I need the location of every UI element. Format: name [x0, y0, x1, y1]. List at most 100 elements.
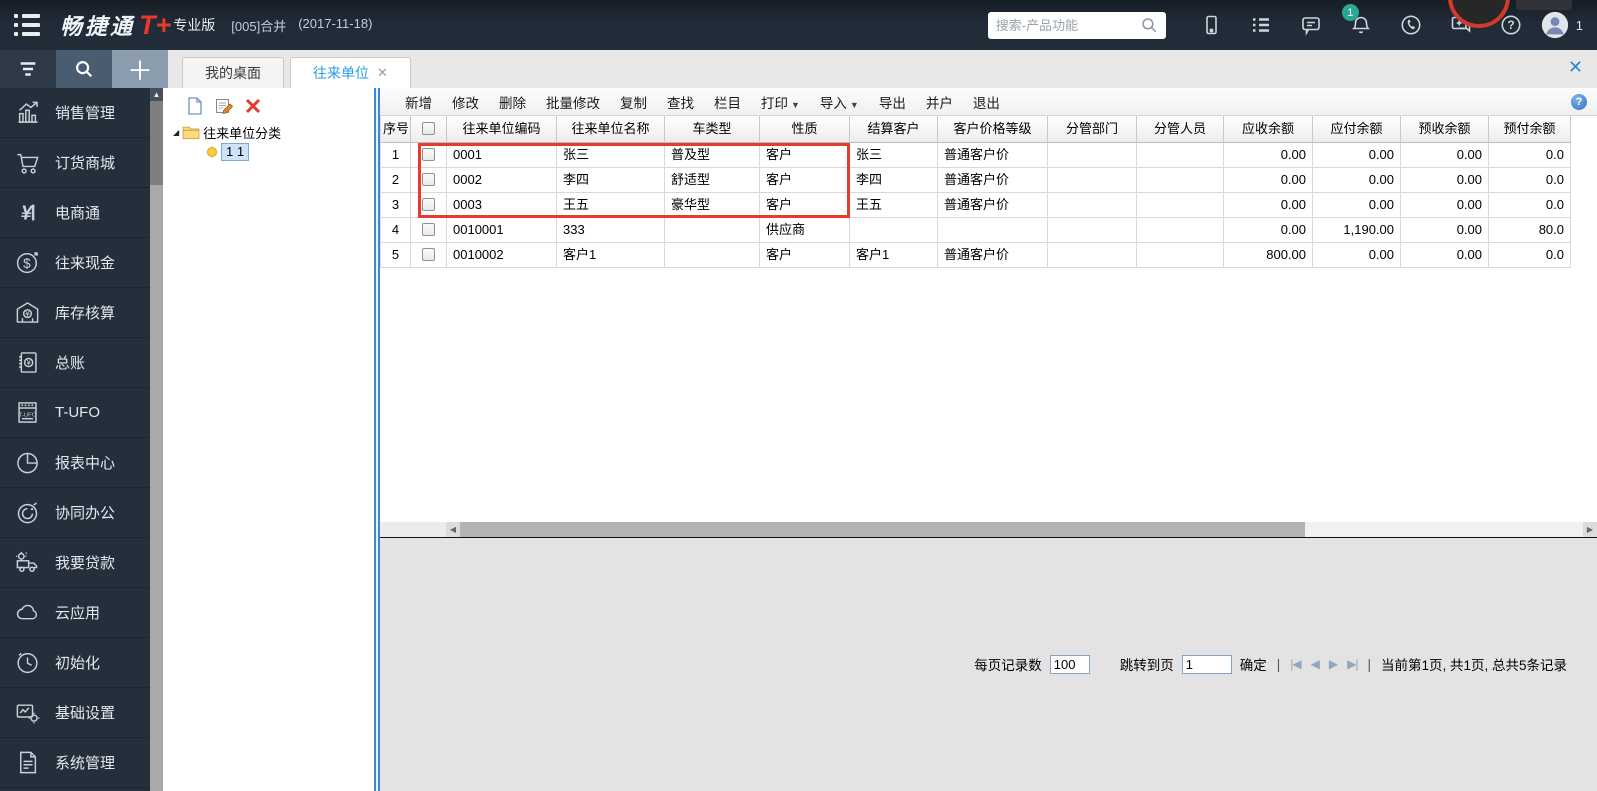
sidebar-item-2[interactable]: 订货商城 — [0, 138, 150, 188]
col-header-1[interactable]: 往来单位编码 — [447, 116, 557, 143]
toolbar-button-11[interactable]: 并户 — [917, 90, 962, 114]
prev-page-icon[interactable]: ◀ — [1311, 657, 1320, 671]
phone-service-icon[interactable] — [1386, 13, 1436, 37]
edit-category-icon[interactable] — [214, 96, 234, 116]
cell: 0.0 — [1489, 168, 1571, 193]
hscrollbar-thumb[interactable] — [460, 521, 1305, 537]
toolbar-button-9[interactable]: 导入 ▼ — [811, 90, 868, 114]
toolbar-button-5[interactable]: 复制 — [611, 90, 656, 114]
per-page-input[interactable] — [1049, 654, 1090, 674]
sidebar-scrollbar[interactable]: ▲ — [150, 88, 163, 791]
sidebar-item-5[interactable]: ¥ 库存核算 — [0, 288, 150, 338]
next-page-icon[interactable]: ▶ — [1329, 657, 1338, 671]
col-header-5[interactable]: 结算客户 — [850, 116, 938, 143]
sidebar-item-10[interactable]: 我要贷款 — [0, 538, 150, 588]
sidebar-item-9[interactable]: 协同办公 — [0, 488, 150, 538]
table-row-4[interactable]: 4 0010001 333 供应商 0.00 1,190.00 0.00 80.0 — [381, 218, 1597, 243]
cell: 0.0 — [1489, 243, 1571, 268]
message-icon[interactable] — [1286, 13, 1336, 37]
sidebar-item-4[interactable]: $ 往来现金 — [0, 238, 150, 288]
delete-category-icon[interactable] — [243, 96, 263, 116]
col-header-12[interactable]: 预付余额 — [1489, 116, 1571, 143]
table-empty-area — [380, 268, 1597, 522]
tab-2[interactable]: 往来单位 ✕ — [290, 57, 411, 88]
row-checkbox[interactable] — [422, 148, 435, 162]
svg-text:T-UFO: T-UFO — [19, 412, 37, 418]
user-avatar[interactable]: 1 — [1540, 10, 1583, 40]
sidebar-item-11[interactable]: 云应用 — [0, 588, 150, 638]
sidebar-item-3[interactable]: ¥ 电商通 — [0, 188, 150, 238]
cell: 客户 — [760, 243, 850, 268]
table-row-5[interactable]: 5 0010002 客户1 客户 客户1 普通客户价 800.00 0.00 0.00 0.0 — [381, 243, 1597, 268]
scroll-right-icon[interactable]: ▶ — [1583, 521, 1597, 537]
col-header-4[interactable]: 性质 — [760, 116, 850, 143]
sidebar-item-1[interactable]: 销售管理 — [0, 88, 150, 138]
close-all-icon[interactable]: ✕ — [1568, 58, 1583, 76]
row-checkbox[interactable] — [422, 223, 435, 237]
row-checkbox[interactable] — [422, 173, 435, 187]
cell: 客户 — [760, 143, 850, 168]
col-header-3[interactable]: 车类型 — [665, 116, 760, 143]
scroll-left-icon[interactable]: ◀ — [446, 521, 460, 537]
search-input[interactable] — [995, 17, 1140, 33]
mobile-app-icon[interactable] — [1186, 13, 1236, 37]
tree-expand-icon[interactable]: ◢ — [173, 128, 179, 137]
sidebar-item-7[interactable]: T-UFO T-UFO — [0, 388, 150, 438]
table-row-3[interactable]: 3 0003 王五 豪华型 客户 王五 普通客户价 0.00 0.00 0.00 0.0 — [381, 193, 1597, 218]
toolbar-button-4[interactable]: 批量修改 — [537, 90, 609, 114]
scrollbar-thumb[interactable] — [150, 101, 163, 185]
sidebar-item-6[interactable]: ¥ 总账 — [0, 338, 150, 388]
tree-child-label[interactable]: 1 1 — [221, 143, 250, 161]
table-row-2[interactable]: 2 0002 李四 舒适型 客户 李四 普通客户价 0.00 0.00 0.00 0.0 — [381, 168, 1597, 193]
filter-menu-icon[interactable] — [0, 50, 56, 88]
search-icon[interactable] — [1140, 16, 1158, 34]
col-header-11[interactable]: 预收余额 — [1401, 116, 1489, 143]
col-header-8[interactable]: 分管人员 — [1137, 116, 1224, 143]
svg-text:¥: ¥ — [24, 309, 30, 319]
toolbar-help-icon[interactable]: ? — [1571, 93, 1587, 110]
sidebar-item-label: 总账 — [55, 355, 86, 372]
tree-node-root[interactable]: ◢ 往来单位分类 — [163, 122, 374, 142]
new-category-icon[interactable] — [185, 96, 205, 116]
list-toolbar: 新增 修改 删除 批量修改 复制 查找 栏目 打印 ▼ 导入 ▼ 导出 并户 退出? — [380, 88, 1597, 116]
sidebar-item-12[interactable]: 初始化 — [0, 638, 150, 688]
col-header-2[interactable]: 往来单位名称 — [557, 116, 665, 143]
toolbar-button-2[interactable]: 修改 — [443, 90, 488, 114]
toolbar-button-10[interactable]: 导出 — [870, 90, 915, 114]
cell: 王五 — [557, 193, 665, 218]
toolbar-button-8[interactable]: 打印 ▼ — [752, 90, 809, 114]
col-header-7[interactable]: 分管部门 — [1048, 116, 1137, 143]
quick-search-icon[interactable] — [56, 50, 112, 88]
row-checkbox[interactable] — [422, 198, 435, 212]
toolbar-button-1[interactable]: 新增 — [396, 90, 441, 114]
tree-root-label[interactable]: 往来单位分类 — [203, 123, 281, 142]
toolbar-button-7[interactable]: 栏目 — [705, 90, 750, 114]
first-page-icon[interactable]: |◀ — [1290, 657, 1301, 671]
goto-confirm-button[interactable]: 确定 — [1240, 654, 1267, 674]
col-header-9[interactable]: 应收余额 — [1224, 116, 1313, 143]
last-page-icon[interactable]: ▶| — [1347, 657, 1358, 671]
dollar-circle-icon: $ — [16, 252, 38, 274]
notification-bell-icon[interactable]: 1 — [1336, 4, 1386, 37]
select-all-checkbox[interactable] — [422, 122, 435, 136]
toolbar-button-12[interactable]: 退出 — [964, 90, 1009, 114]
toolbar-button-3[interactable]: 删除 — [490, 90, 535, 114]
col-header-6[interactable]: 客户价格等级 — [938, 116, 1048, 143]
main-menu-icon[interactable] — [14, 14, 44, 36]
scroll-up-icon[interactable]: ▲ — [150, 88, 163, 101]
table-row-1[interactable]: 1 0001 张三 普及型 客户 张三 普通客户价 0.00 0.00 0.00 0.0 — [381, 143, 1597, 168]
col-header-10[interactable]: 应付余额 — [1313, 116, 1401, 143]
sidebar-item-8[interactable]: 报表中心 — [0, 438, 150, 488]
product-search[interactable] — [987, 11, 1166, 39]
toolbar-button-6[interactable]: 查找 — [658, 90, 703, 114]
horizontal-scrollbar[interactable]: ◀ ▶ — [380, 521, 1597, 537]
sidebar-item-13[interactable]: 基础设置 — [0, 688, 150, 738]
tree-node-child[interactable]: 1 1 — [163, 142, 374, 162]
task-list-icon[interactable] — [1236, 13, 1286, 37]
goto-page-input[interactable] — [1181, 654, 1232, 674]
row-checkbox[interactable] — [422, 248, 435, 262]
tab-1[interactable]: 我的桌面 — [182, 57, 284, 88]
add-tab-icon[interactable]: ＋ — [112, 50, 168, 88]
sidebar-item-14[interactable]: 系统管理 — [0, 738, 150, 788]
tab-close-icon[interactable]: ✕ — [377, 65, 388, 81]
